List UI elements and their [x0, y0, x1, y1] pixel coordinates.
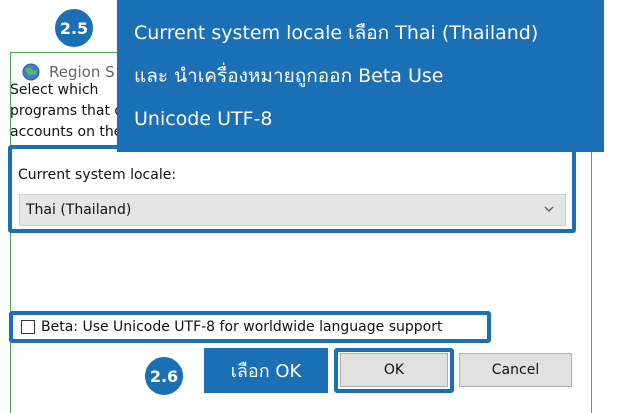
cancel-button[interactable]: Cancel [459, 353, 572, 387]
locale-highlight-box [8, 145, 576, 233]
dialog-title: Region S [49, 63, 115, 81]
beta-highlight-box: Beta: Use Unicode UTF-8 for worldwide la… [9, 311, 491, 343]
callout-line: Current system locale เลือก Thai (Thaila… [134, 22, 539, 44]
ok-callout: เลือก OK [204, 348, 328, 393]
step-badge: 2.5 [53, 7, 95, 49]
ok-highlight-box [334, 348, 454, 393]
globe-icon [21, 62, 41, 82]
beta-utf8-label[interactable]: Beta: Use Unicode UTF-8 for worldwide la… [41, 319, 442, 335]
callout-line: และ นำเครื่องหมายถูกออก Beta Use [134, 65, 444, 87]
instruction-callout: Current system locale เลือก Thai (Thaila… [117, 0, 604, 152]
beta-utf8-checkbox[interactable] [21, 320, 35, 334]
step-badge: 2.6 [143, 355, 185, 397]
callout-line: Unicode UTF-8 [134, 108, 273, 130]
